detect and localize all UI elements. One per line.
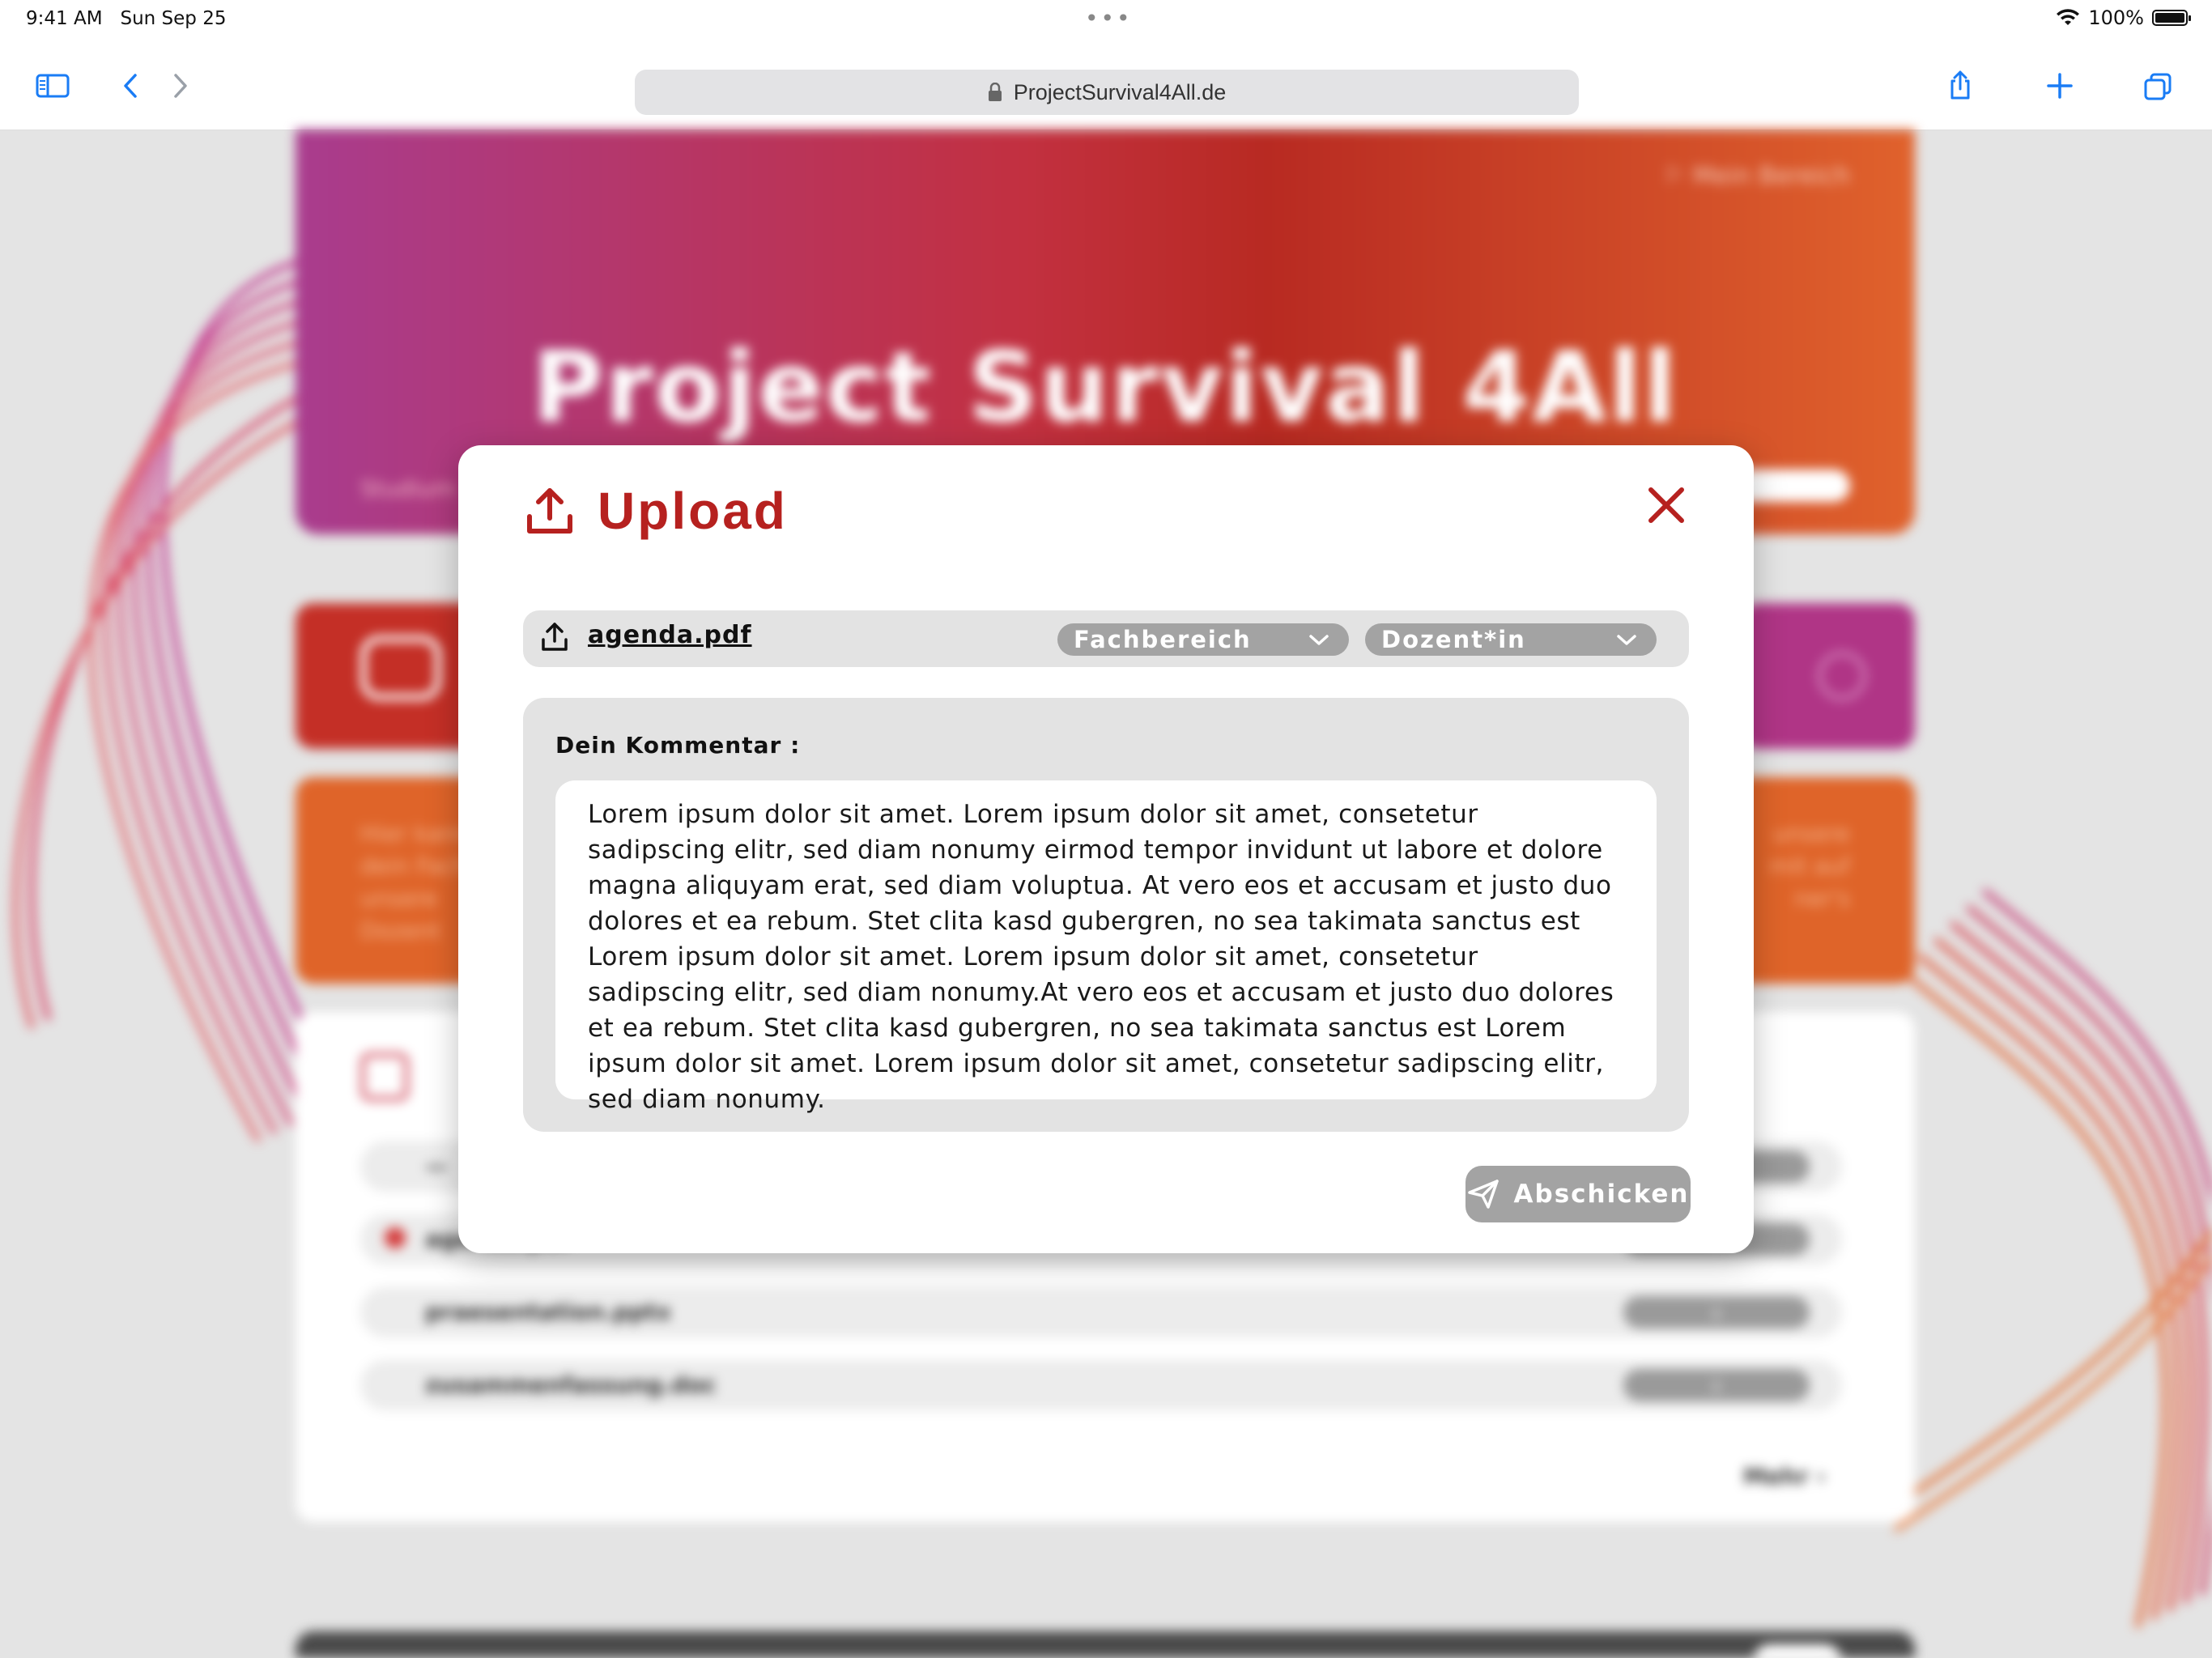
info-card-text-right: unsere mit auf ner's [1769,820,1850,912]
wifi-icon [2057,9,2080,25]
lecturer-select-label: Dozent*in [1381,626,1526,653]
submit-button[interactable]: Abschicken [1465,1166,1691,1222]
status-indicators: 100% [2056,6,2191,29]
favorite-icon[interactable] [385,1227,406,1248]
comment-panel: Dein Kommentar : Lorem ipsum dolor sit a… [523,698,1689,1132]
battery-icon [2152,10,2191,26]
download-button[interactable]: ↓ [1623,1369,1810,1401]
file-row-name: praesentation.pptx [425,1299,671,1325]
files-icon [360,1052,409,1101]
new-tab-icon[interactable] [2047,73,2073,99]
comment-label: Dein Kommentar : [555,732,801,759]
hero-title: Project Survival 4All [532,332,1678,444]
modal-header: Upload [526,481,788,541]
hero-tagline: Studium [360,475,456,502]
file-row[interactable]: praesentation.pptx ↓ [360,1287,1842,1337]
download-button[interactable]: ↓ [1623,1296,1810,1329]
file-upload-icon[interactable] [541,622,568,653]
status-time-text: 9:41 AM [26,8,103,29]
login-link[interactable]: ⚐ Mein Bereich [1663,162,1850,190]
status-date-text: Sun Sep 25 [120,8,227,29]
more-link[interactable]: Mehr › [1743,1463,1826,1490]
upload-modal: Upload agenda.pdf Fachbereich Dozent*in … [458,445,1754,1253]
footer-button[interactable] [1753,1644,1842,1658]
back-icon[interactable] [121,73,139,99]
footer-bar [296,1631,1915,1658]
share-icon[interactable] [1948,70,1972,100]
status-bar: 9:41 AM Sun Sep 25 ••• 100% [0,0,2212,40]
faculty-select[interactable]: Fachbereich [1057,623,1349,656]
file-row-name: zusammenfassung.doc [425,1371,717,1398]
lock-icon [988,83,1002,101]
file-row[interactable]: zusammenfassung.doc ↓ [360,1360,1842,1410]
battery-percentage: 100% [2088,6,2144,29]
browser-toolbar: ProjectSurvival4All.de [0,40,2212,130]
comment-textarea[interactable]: Lorem ipsum dolor sit amet. Lorem ipsum … [555,780,1657,1114]
multitasking-dots-icon[interactable]: ••• [1085,5,1133,32]
file-name-link[interactable]: agenda.pdf [588,621,752,649]
upload-icon [527,488,572,534]
forward-icon[interactable] [172,73,189,99]
submit-button-label: Abschicken [1513,1180,1690,1209]
sidebar-toggle-icon[interactable] [36,73,70,99]
tabs-overview-icon[interactable] [2144,73,2172,100]
chevron-down-icon [1617,635,1636,645]
close-icon[interactable] [1647,486,1686,525]
lecturer-select[interactable]: Dozent*in [1365,623,1657,656]
chevron-down-icon [1309,635,1329,645]
file-row-name: — [425,1153,448,1180]
address-bar[interactable]: ProjectSurvival4All.de [635,70,1579,115]
arrow-circle-icon [1818,652,1866,700]
send-icon [1467,1180,1499,1209]
decorative-ribbon-left [12,256,340,1141]
arrow-card[interactable] [1741,603,1915,749]
status-time: 9:41 AM Sun Sep 25 [26,8,226,29]
faculty-select-label: Fachbereich [1074,626,1252,653]
selected-file-bar: agenda.pdf Fachbereich Dozent*in [523,610,1689,667]
decorative-ribbon-right [1895,888,2212,1628]
chat-icon [360,636,441,700]
modal-title: Upload [598,482,788,540]
url-text: ProjectSurvival4All.de [1013,79,1227,104]
